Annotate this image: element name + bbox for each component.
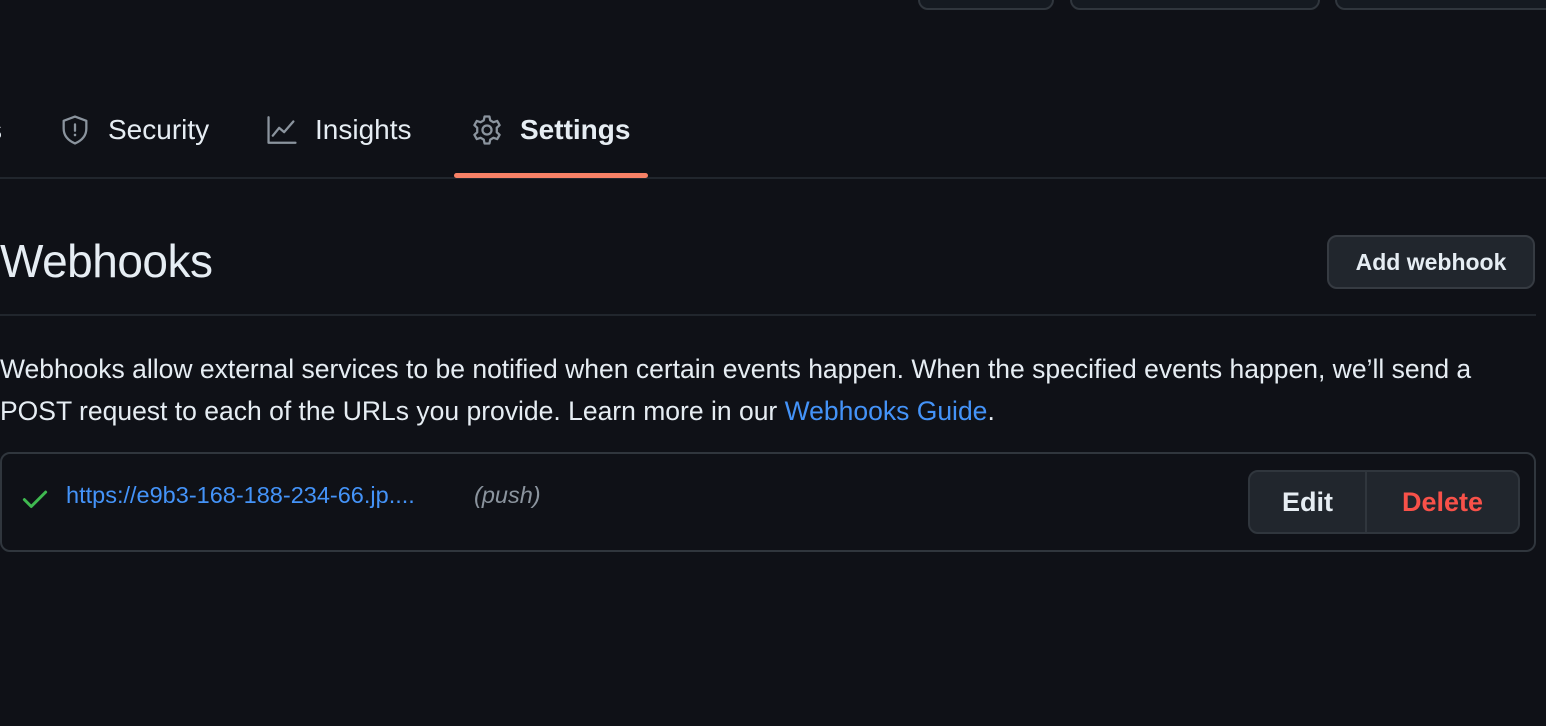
divider bbox=[0, 314, 1536, 316]
active-tab-indicator bbox=[454, 173, 648, 178]
tab-insights[interactable]: Insights bbox=[265, 108, 412, 152]
description-end: . bbox=[987, 396, 995, 426]
webhook-events: (push) bbox=[474, 482, 541, 508]
tab-insights-label: Insights bbox=[315, 114, 412, 145]
page-title: Webhooks bbox=[0, 235, 213, 287]
check-icon bbox=[20, 484, 50, 514]
graph-icon bbox=[265, 113, 299, 147]
description-text: Webhooks allow external services to be n… bbox=[0, 354, 1472, 426]
webhooks-guide-link[interactable]: Webhooks Guide bbox=[785, 396, 988, 426]
webhook-url-link[interactable]: https://e9b3-168-188-234-66.jp.... bbox=[66, 482, 415, 509]
tab-partial-label: s bbox=[0, 114, 2, 146]
gear-icon bbox=[470, 113, 504, 147]
delete-button[interactable]: Delete bbox=[1367, 472, 1518, 532]
edit-button[interactable]: Edit bbox=[1250, 472, 1367, 532]
repo-tab-bar: s Security Insights Settings bbox=[0, 0, 1546, 179]
webhook-list-item: https://e9b3-168-188-234-66.jp.... (push… bbox=[0, 452, 1536, 552]
add-webhook-button[interactable]: Add webhook bbox=[1327, 235, 1535, 289]
tab-settings-label: Settings bbox=[520, 114, 631, 145]
tab-partial[interactable]: s bbox=[0, 108, 2, 152]
shield-icon bbox=[58, 113, 92, 147]
tab-security[interactable]: Security bbox=[58, 108, 209, 152]
webhooks-description: Webhooks allow external services to be n… bbox=[0, 348, 1546, 432]
tab-security-label: Security bbox=[108, 114, 210, 145]
tab-settings[interactable]: Settings bbox=[470, 108, 630, 152]
webhook-actions: Edit Delete bbox=[1248, 470, 1520, 534]
